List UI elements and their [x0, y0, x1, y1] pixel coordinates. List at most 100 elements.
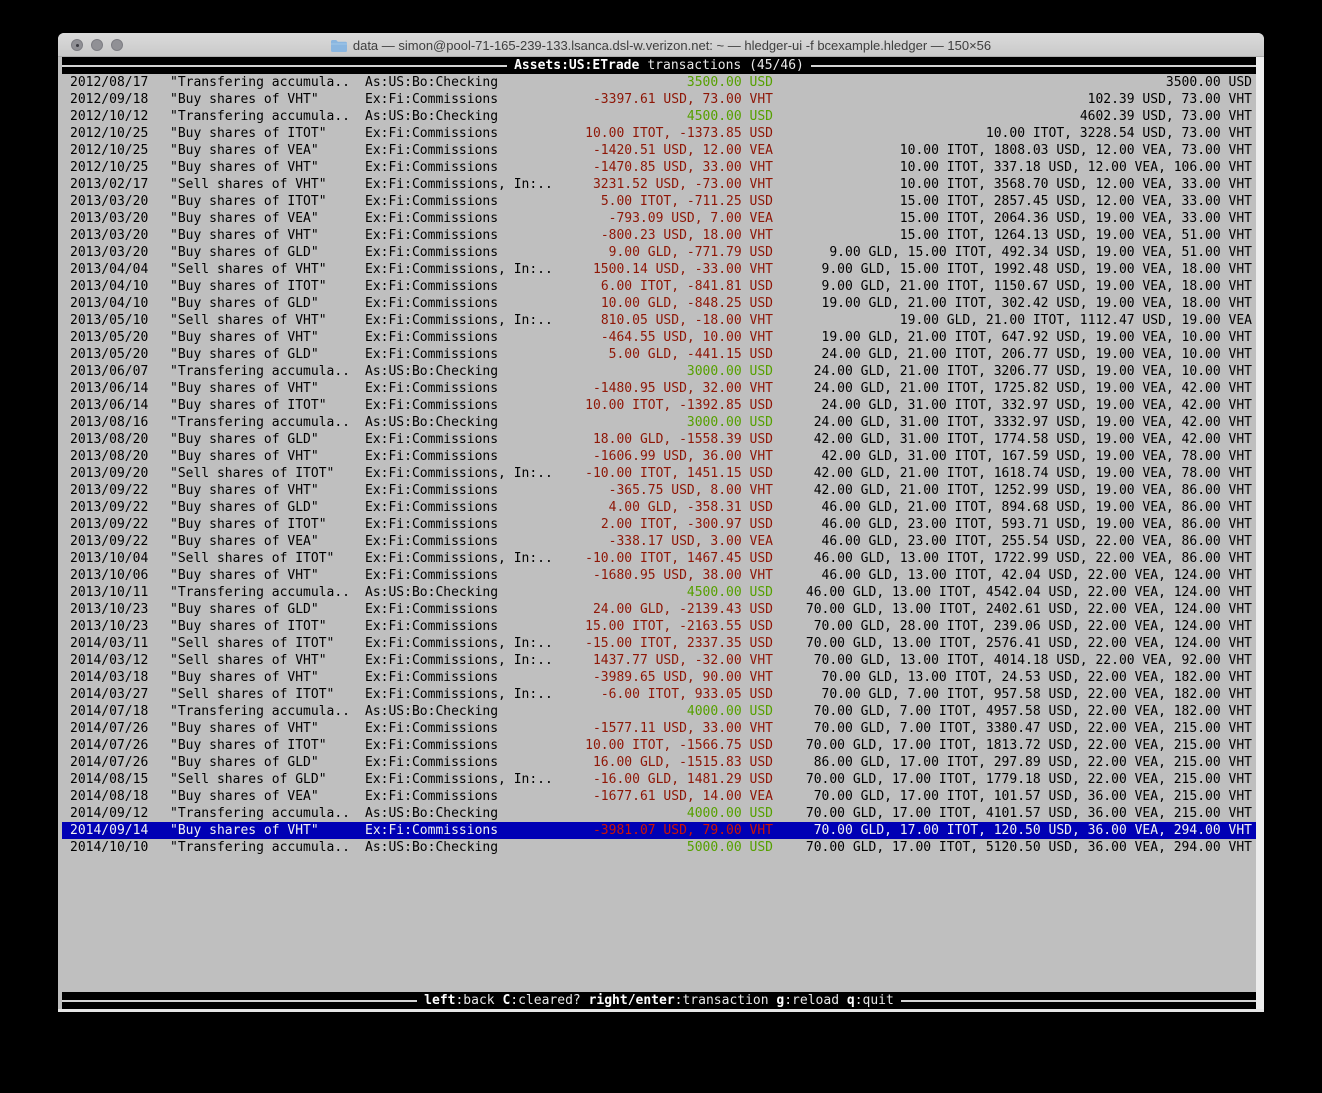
transaction-row[interactable]: 2013/09/22 "Buy shares of VEA" Ex:Fi:Com…	[62, 533, 1256, 550]
transaction-row[interactable]: 2012/10/25 "Buy shares of ITOT" Ex:Fi:Co…	[62, 125, 1256, 142]
txn-date: 2014/10/10	[70, 839, 170, 856]
txn-description: "Buy shares of VHT"	[170, 482, 365, 499]
transaction-row[interactable]: 2013/03/20 "Buy shares of VHT" Ex:Fi:Com…	[62, 227, 1256, 244]
txn-running-balance: 46.00 GLD, 13.00 ITOT, 42.04 USD, 22.00 …	[773, 567, 1252, 584]
txn-description: "Transfering accumula..	[170, 414, 365, 431]
transaction-row[interactable]: 2012/09/18 "Buy shares of VHT" Ex:Fi:Com…	[62, 91, 1256, 108]
transaction-row[interactable]: 2012/10/12 "Transfering accumula.. As:US…	[62, 108, 1256, 125]
window-bottom-edge	[58, 1009, 1264, 1012]
transaction-row[interactable]: 2012/10/25 "Buy shares of VHT" Ex:Fi:Com…	[62, 159, 1256, 176]
help-bar-text: left:back C:cleared? right/enter:transac…	[417, 993, 901, 1008]
transaction-row[interactable]: 2014/03/12 "Sell shares of VHT" Ex:Fi:Co…	[62, 652, 1256, 669]
transaction-row[interactable]: 2013/04/10 "Buy shares of GLD" Ex:Fi:Com…	[62, 295, 1256, 312]
txn-description: "Buy shares of VHT"	[170, 669, 365, 686]
txn-description: "Buy shares of GLD"	[170, 346, 365, 363]
txn-running-balance: 15.00 ITOT, 2857.45 USD, 12.00 VEA, 33.0…	[773, 193, 1252, 210]
transaction-row[interactable]: 2014/03/27 "Sell shares of ITOT" Ex:Fi:C…	[62, 686, 1256, 703]
transaction-row[interactable]: 2013/02/17 "Sell shares of VHT" Ex:Fi:Co…	[62, 176, 1256, 193]
txn-amount: 1500.14 USD, -33.00 VHT	[558, 261, 773, 278]
txn-amount: -15.00 ITOT, 2337.35 USD	[558, 635, 773, 652]
transaction-row[interactable]: 2013/03/20 "Buy shares of GLD" Ex:Fi:Com…	[62, 244, 1256, 261]
help-bar: left:back C:cleared? right/enter:transac…	[62, 992, 1256, 1009]
txn-other-accounts: Ex:Fi:Commissions	[365, 125, 558, 142]
txn-date: 2013/04/10	[70, 295, 170, 312]
transaction-row[interactable]: 2013/05/20 "Buy shares of GLD" Ex:Fi:Com…	[62, 346, 1256, 363]
transaction-row[interactable]: 2014/10/10 "Transfering accumula.. As:US…	[62, 839, 1256, 856]
transaction-row[interactable]: 2013/08/20 "Buy shares of VHT" Ex:Fi:Com…	[62, 448, 1256, 465]
transaction-row[interactable]: 2013/04/10 "Buy shares of ITOT" Ex:Fi:Co…	[62, 278, 1256, 295]
transaction-row[interactable]: 2014/08/18 "Buy shares of VEA" Ex:Fi:Com…	[62, 788, 1256, 805]
scrollbar-track[interactable]	[1256, 57, 1264, 1009]
txn-other-accounts: Ex:Fi:Commissions	[365, 346, 558, 363]
transaction-row[interactable]: 2013/10/06 "Buy shares of VHT" Ex:Fi:Com…	[62, 567, 1256, 584]
txn-other-accounts: Ex:Fi:Commissions	[365, 210, 558, 227]
txn-date: 2014/03/18	[70, 669, 170, 686]
transaction-row[interactable]: 2013/03/20 "Buy shares of VEA" Ex:Fi:Com…	[62, 210, 1256, 227]
txn-other-accounts: Ex:Fi:Commissions, In:..	[365, 312, 558, 329]
txn-date: 2013/09/22	[70, 482, 170, 499]
transaction-row[interactable]: 2012/08/17 "Transfering accumula.. As:US…	[62, 74, 1256, 91]
transaction-row[interactable]: 2013/10/23 "Buy shares of ITOT" Ex:Fi:Co…	[62, 618, 1256, 635]
transaction-row[interactable]: 2013/04/04 "Sell shares of VHT" Ex:Fi:Co…	[62, 261, 1256, 278]
txn-date: 2012/09/18	[70, 91, 170, 108]
transaction-row[interactable]: 2013/09/20 "Sell shares of ITOT" Ex:Fi:C…	[62, 465, 1256, 482]
txn-other-accounts: Ex:Fi:Commissions	[365, 448, 558, 465]
txn-date: 2013/09/22	[70, 516, 170, 533]
transaction-row[interactable]: 2014/07/26 "Buy shares of VHT" Ex:Fi:Com…	[62, 720, 1256, 737]
transaction-row[interactable]: 2013/10/23 "Buy shares of GLD" Ex:Fi:Com…	[62, 601, 1256, 618]
txn-amount: -3989.65 USD, 90.00 VHT	[558, 669, 773, 686]
transaction-row[interactable]: 2014/09/12 "Transfering accumula.. As:US…	[62, 805, 1256, 822]
transaction-row[interactable]: 2012/10/25 "Buy shares of VEA" Ex:Fi:Com…	[62, 142, 1256, 159]
titlebar[interactable]: data — simon@pool-71-165-239-133.lsanca.…	[58, 33, 1264, 57]
txn-amount: 6.00 ITOT, -841.81 USD	[558, 278, 773, 295]
txn-amount: -1577.11 USD, 33.00 VHT	[558, 720, 773, 737]
transaction-row[interactable]: 2013/05/20 "Buy shares of VHT" Ex:Fi:Com…	[62, 329, 1256, 346]
txn-running-balance: 70.00 GLD, 13.00 ITOT, 2576.41 USD, 22.0…	[773, 635, 1252, 652]
transaction-row[interactable]: 2013/09/22 "Buy shares of ITOT" Ex:Fi:Co…	[62, 516, 1256, 533]
txn-running-balance: 10.00 ITOT, 337.18 USD, 12.00 VEA, 106.0…	[773, 159, 1252, 176]
txn-other-accounts: Ex:Fi:Commissions	[365, 754, 558, 771]
txn-amount: -1470.85 USD, 33.00 VHT	[558, 159, 773, 176]
transaction-row[interactable]: 2013/09/22 "Buy shares of GLD" Ex:Fi:Com…	[62, 499, 1256, 516]
txn-date: 2013/03/20	[70, 227, 170, 244]
txn-other-accounts: Ex:Fi:Commissions, In:..	[365, 261, 558, 278]
transaction-row[interactable]: 2013/09/22 "Buy shares of VHT" Ex:Fi:Com…	[62, 482, 1256, 499]
txn-date: 2014/03/12	[70, 652, 170, 669]
transaction-row[interactable]: 2013/08/20 "Buy shares of GLD" Ex:Fi:Com…	[62, 431, 1256, 448]
header-subtitle: transactions (45/46)	[647, 58, 804, 73]
txn-description: "Buy shares of ITOT"	[170, 193, 365, 210]
transaction-row[interactable]: 2013/08/16 "Transfering accumula.. As:US…	[62, 414, 1256, 431]
transaction-row[interactable]: 2013/06/07 "Transfering accumula.. As:US…	[62, 363, 1256, 380]
txn-other-accounts: Ex:Fi:Commissions	[365, 737, 558, 754]
txn-date: 2014/07/26	[70, 720, 170, 737]
txn-other-accounts: Ex:Fi:Commissions	[365, 227, 558, 244]
txn-running-balance: 46.00 GLD, 21.00 ITOT, 894.68 USD, 19.00…	[773, 499, 1252, 516]
transaction-row[interactable]: 2014/03/11 "Sell shares of ITOT" Ex:Fi:C…	[62, 635, 1256, 652]
txn-amount: 4000.00 USD	[558, 703, 773, 720]
txn-amount: 4000.00 USD	[558, 805, 773, 822]
txn-other-accounts: As:US:Bo:Checking	[365, 363, 558, 380]
txn-date: 2014/09/14	[70, 822, 170, 839]
txn-other-accounts: Ex:Fi:Commissions, In:..	[365, 686, 558, 703]
transaction-row[interactable]: 2013/05/10 "Sell shares of VHT" Ex:Fi:Co…	[62, 312, 1256, 329]
txn-running-balance: 70.00 GLD, 17.00 ITOT, 101.57 USD, 36.00…	[773, 788, 1252, 805]
transaction-row[interactable]: 2014/07/26 "Buy shares of ITOT" Ex:Fi:Co…	[62, 737, 1256, 754]
transaction-row[interactable]: 2014/07/18 "Transfering accumula.. As:US…	[62, 703, 1256, 720]
transaction-row[interactable]: 2014/08/15 "Sell shares of GLD" Ex:Fi:Co…	[62, 771, 1256, 788]
transaction-row[interactable]: 2013/10/11 "Transfering accumula.. As:US…	[62, 584, 1256, 601]
txn-running-balance: 9.00 GLD, 15.00 ITOT, 1992.48 USD, 19.00…	[773, 261, 1252, 278]
transaction-row[interactable]: 2014/09/14 "Buy shares of VHT" Ex:Fi:Com…	[62, 822, 1256, 839]
transaction-row[interactable]: 2013/06/14 "Buy shares of VHT" Ex:Fi:Com…	[62, 380, 1256, 397]
txn-running-balance: 15.00 ITOT, 1264.13 USD, 19.00 VEA, 51.0…	[773, 227, 1252, 244]
txn-date: 2013/10/23	[70, 618, 170, 635]
transaction-row[interactable]: 2013/03/20 "Buy shares of ITOT" Ex:Fi:Co…	[62, 193, 1256, 210]
transaction-row[interactable]: 2014/03/18 "Buy shares of VHT" Ex:Fi:Com…	[62, 669, 1256, 686]
transaction-row[interactable]: 2013/06/14 "Buy shares of ITOT" Ex:Fi:Co…	[62, 397, 1256, 414]
txn-other-accounts: As:US:Bo:Checking	[365, 703, 558, 720]
empty-area	[62, 856, 1256, 992]
txn-running-balance: 46.00 GLD, 23.00 ITOT, 593.71 USD, 19.00…	[773, 516, 1252, 533]
txn-date: 2014/09/12	[70, 805, 170, 822]
transaction-row[interactable]: 2013/10/04 "Sell shares of ITOT" Ex:Fi:C…	[62, 550, 1256, 567]
transaction-row[interactable]: 2014/07/26 "Buy shares of GLD" Ex:Fi:Com…	[62, 754, 1256, 771]
txn-running-balance: 70.00 GLD, 7.00 ITOT, 3380.47 USD, 22.00…	[773, 720, 1252, 737]
